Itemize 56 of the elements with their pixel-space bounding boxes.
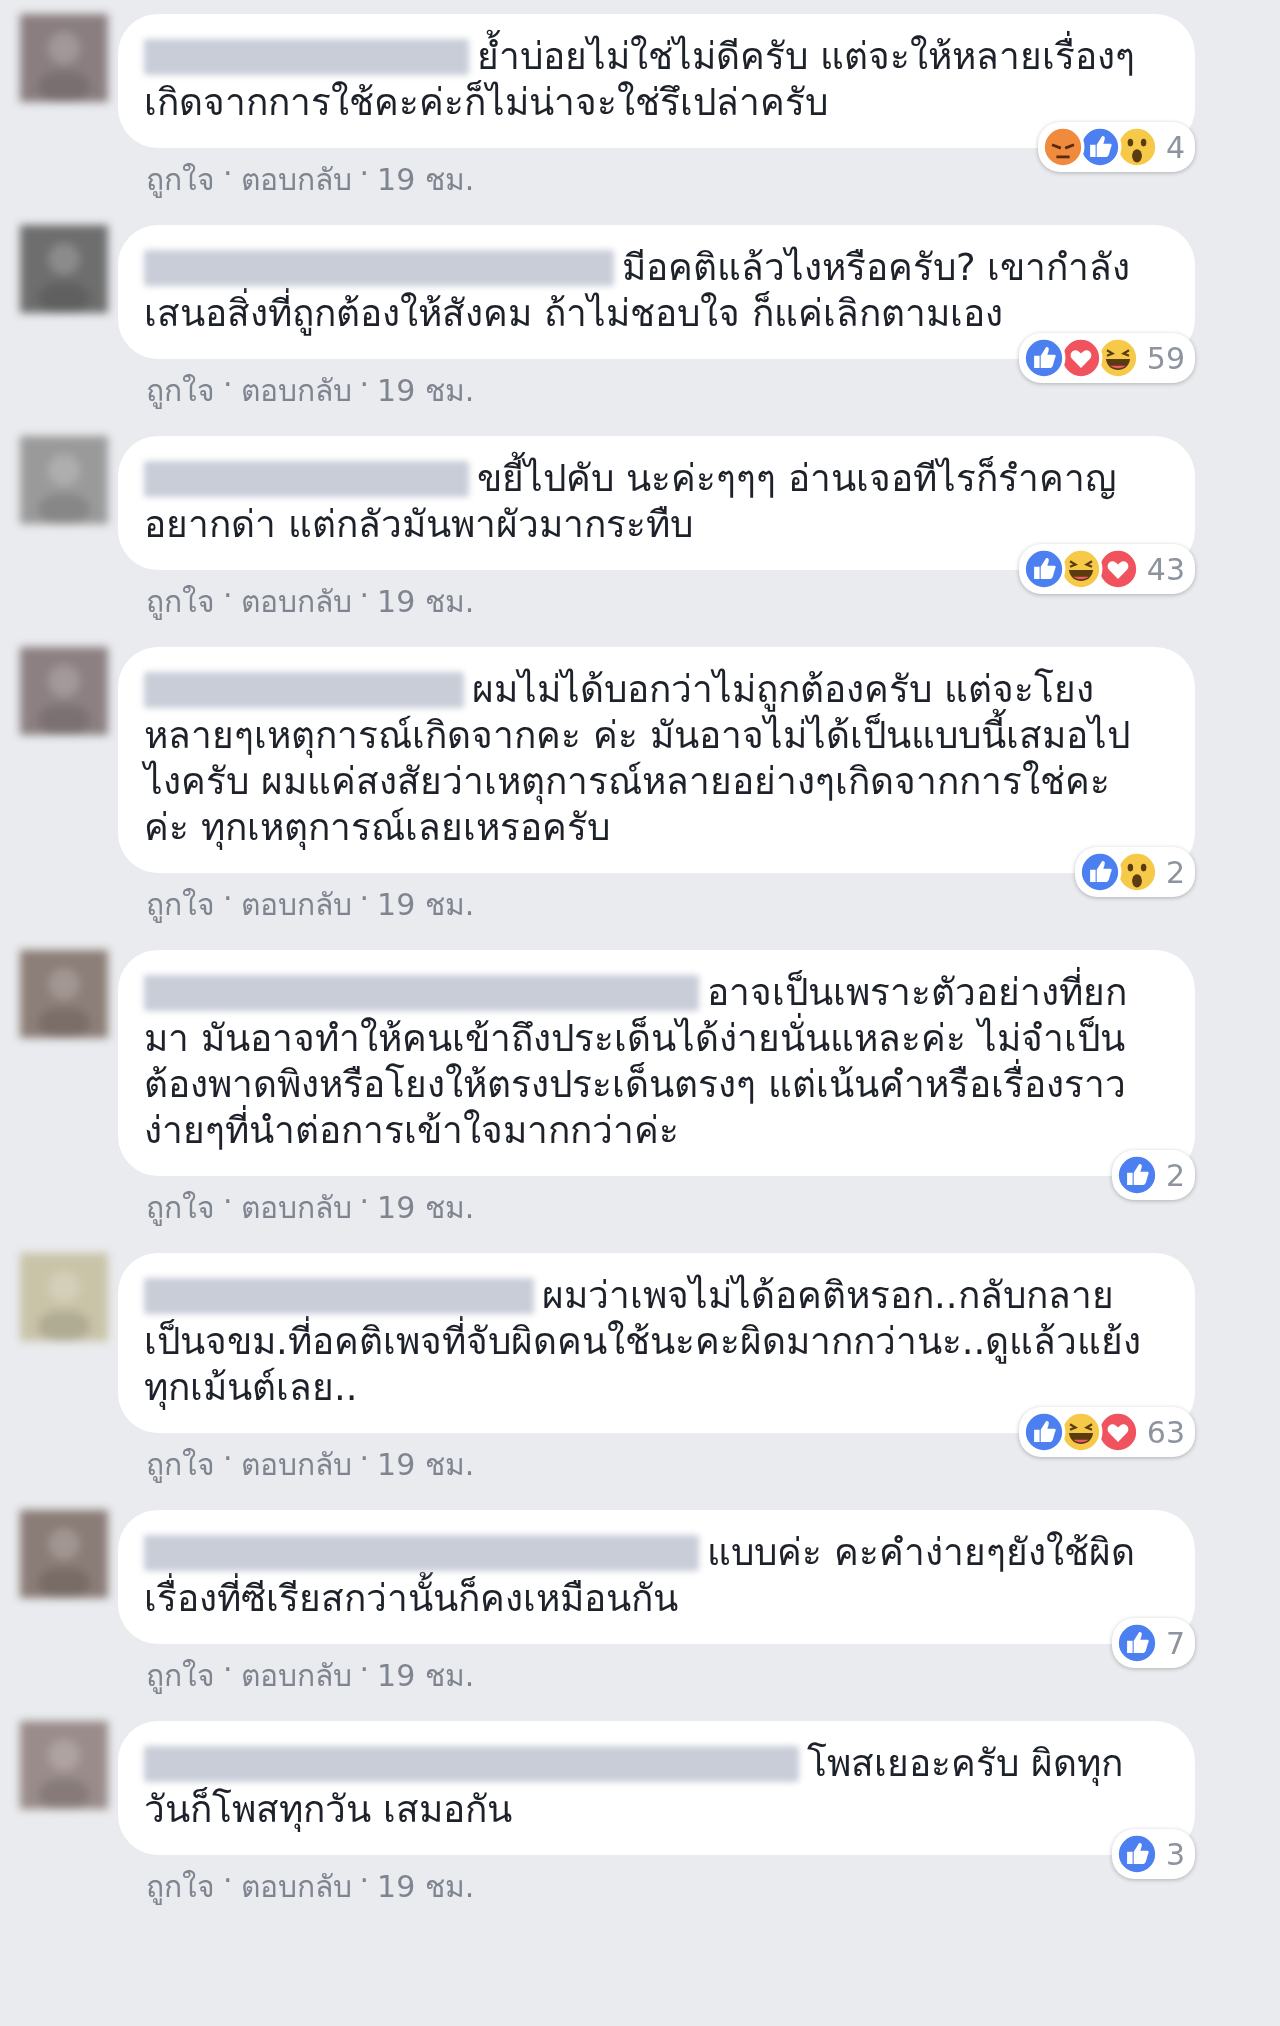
reaction-count: 4 [1165, 129, 1185, 165]
reply-link[interactable]: ตอบกลับ [240, 156, 352, 203]
separator: · [223, 881, 233, 918]
timestamp: 19 ชม. [377, 1189, 475, 1227]
separator: · [359, 881, 370, 918]
separator: · [223, 1184, 233, 1221]
reaction-summary[interactable]: 59 [1018, 333, 1195, 383]
separator: · [223, 1863, 233, 1900]
separator: · [359, 367, 370, 404]
like-link[interactable]: ถูกใจ [146, 1863, 215, 1910]
separator: · [223, 1652, 233, 1689]
separator: · [223, 578, 233, 615]
like-link[interactable]: ถูกใจ [146, 1441, 215, 1488]
reply-link[interactable]: ตอบกลับ [240, 578, 352, 625]
reaction-summary[interactable]: 43 [1018, 544, 1195, 594]
separator: · [359, 1652, 370, 1689]
reply-link[interactable]: ตอบกลับ [240, 881, 352, 928]
reaction-count: 63 [1146, 1414, 1185, 1450]
reply-link[interactable]: ตอบกลับ [240, 1652, 352, 1699]
like-link[interactable]: ถูกใจ [146, 1652, 215, 1699]
reaction-summary[interactable]: 3 [1111, 1829, 1195, 1879]
separator: · [359, 1863, 370, 1900]
timestamp: 19 ชม. [377, 372, 475, 410]
reaction-summary[interactable]: 63 [1018, 1407, 1195, 1457]
separator: · [223, 1441, 233, 1478]
separator: · [359, 156, 370, 193]
separator: · [223, 156, 233, 193]
reaction-count: 59 [1146, 340, 1185, 376]
timestamp: 19 ชม. [377, 583, 475, 621]
reaction-summary[interactable]: 2 [1074, 847, 1195, 897]
reaction-count: 3 [1165, 1836, 1185, 1872]
reaction-count: 2 [1165, 1157, 1185, 1193]
like-link[interactable]: ถูกใจ [146, 1184, 215, 1231]
reply-link[interactable]: ตอบกลับ [240, 1863, 352, 1910]
timestamp: 19 ชม. [377, 1868, 475, 1906]
separator: · [223, 367, 233, 404]
reaction-summary[interactable]: 2 [1111, 1150, 1195, 1200]
reaction-count: 43 [1146, 551, 1185, 587]
like-link[interactable]: ถูกใจ [146, 578, 215, 625]
separator: · [359, 1441, 370, 1478]
reply-link[interactable]: ตอบกลับ [240, 1184, 352, 1231]
reply-link[interactable]: ตอบกลับ [240, 367, 352, 414]
reaction-count: 2 [1165, 854, 1185, 890]
like-link[interactable]: ถูกใจ [146, 367, 215, 414]
timestamp: 19 ชม. [377, 1657, 475, 1695]
separator: · [359, 1184, 370, 1221]
timestamp: 19 ชม. [377, 886, 475, 924]
reaction-count: 7 [1165, 1625, 1185, 1661]
reaction-summary[interactable]: 7 [1111, 1618, 1195, 1668]
timestamp: 19 ชม. [377, 161, 475, 199]
timestamp: 19 ชม. [377, 1446, 475, 1484]
reply-link[interactable]: ตอบกลับ [240, 1441, 352, 1488]
reaction-summary[interactable]: 4 [1037, 122, 1195, 172]
like-link[interactable]: ถูกใจ [146, 156, 215, 203]
separator: · [359, 578, 370, 615]
like-link[interactable]: ถูกใจ [146, 881, 215, 928]
